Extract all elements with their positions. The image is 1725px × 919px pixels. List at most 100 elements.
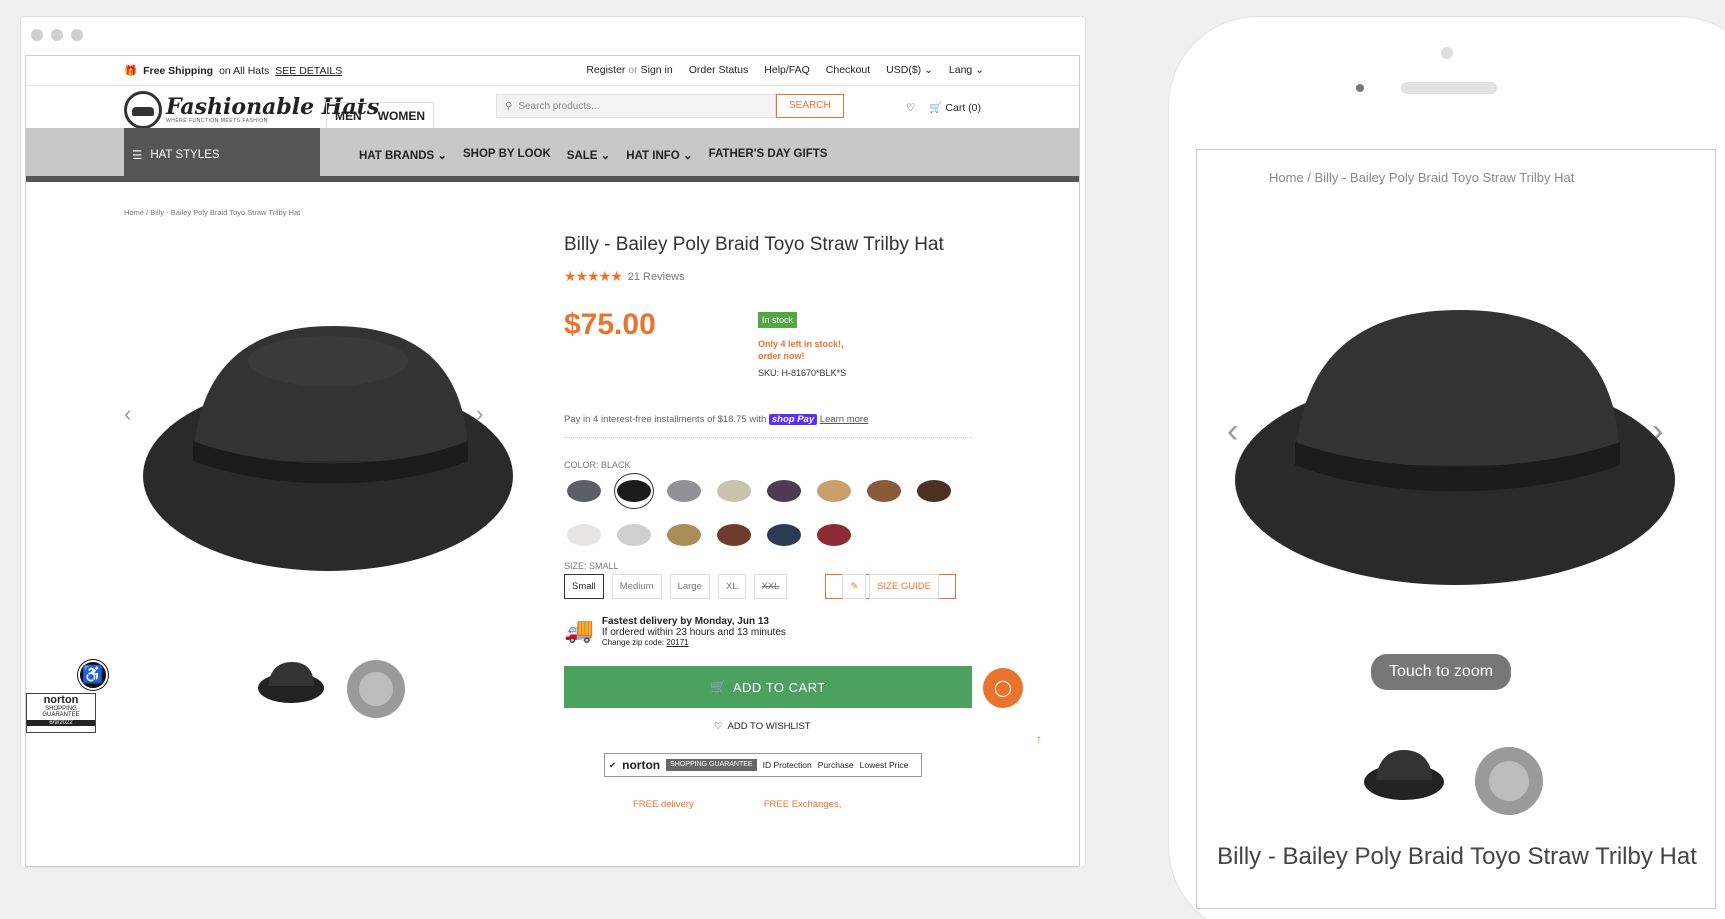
product-price: $75.00 (564, 308, 656, 341)
delivery-text: Fastest delivery by Monday, Jun 13 If or… (602, 616, 786, 647)
account-group: Register or Sign in (586, 64, 672, 76)
color-swatch[interactable] (614, 517, 654, 553)
color-swatches (564, 473, 984, 553)
swatch-hat-icon (617, 480, 651, 502)
order-status-link[interactable]: Order Status (689, 64, 749, 76)
mobile-thumbnail-top[interactable] (1474, 744, 1544, 818)
swatch-hat-icon (717, 524, 751, 546)
breadcrumb-separator: / (146, 208, 149, 217)
size-guide-button[interactable]: ✎ SIZE GUIDE (825, 574, 956, 599)
product-rating: ★★★★★ 21 Reviews (564, 268, 685, 285)
checkout-link[interactable]: Checkout (826, 64, 870, 76)
truck-icon: 🚚 (564, 617, 594, 644)
color-swatch[interactable] (714, 517, 754, 553)
nav-hat-info[interactable]: HAT INFO ⌄ (626, 148, 692, 162)
chat-bubble-icon[interactable]: ◯ (983, 668, 1023, 708)
nav-hat-brands[interactable]: HAT BRANDS ⌄ (359, 148, 447, 162)
mobile-product-image[interactable] (1215, 270, 1695, 600)
swatch-hat-icon (717, 480, 751, 502)
color-swatch[interactable] (664, 473, 704, 509)
size-xl[interactable]: XL (717, 574, 746, 599)
color-swatch[interactable] (714, 473, 754, 509)
scroll-to-top-icon[interactable]: ↑ (1036, 732, 1042, 746)
delivery-info: 🚚 Fastest delivery by Monday, Jun 13 If … (564, 616, 786, 647)
lang-select[interactable]: Lang ⌄ (949, 64, 984, 76)
cart-label: Cart (0) (945, 102, 981, 114)
window-dot (71, 29, 83, 41)
register-link[interactable]: Register (586, 64, 625, 76)
search-button[interactable]: SEARCH (776, 94, 844, 118)
header-icons: ♡ 🛒 Cart (0) (906, 101, 981, 115)
size-small[interactable]: Small (564, 574, 604, 599)
tab-women[interactable]: WOMEN (370, 103, 433, 129)
check-icon: ✔ (609, 759, 617, 770)
help-link[interactable]: Help/FAQ (764, 64, 810, 76)
thumbnail-hat-top[interactable] (346, 656, 406, 722)
hamburger-icon: ☰ (132, 150, 143, 162)
tab-men[interactable]: MEN (327, 103, 370, 129)
color-swatch[interactable] (564, 517, 604, 553)
zip-label: Change zip code: (601, 638, 665, 647)
shop-pay-logo: shop Pay (768, 414, 818, 425)
wishlist-heart-icon[interactable]: ♡ (906, 102, 915, 114)
breadcrumb-home[interactable]: Home (124, 208, 144, 217)
chevron-down-icon: ⌄ (682, 150, 693, 162)
add-to-wishlist-button[interactable]: ♡ ADD TO WISHLIST (714, 721, 811, 732)
learn-more-link[interactable]: Learn more (820, 414, 869, 425)
low-stock-text: Only 4 left in stock!, order now! (758, 339, 844, 361)
swatch-hat-icon (817, 524, 851, 546)
color-swatch[interactable] (764, 473, 804, 509)
installments-info: Pay in 4 interest-free installments of $… (564, 414, 972, 438)
ruler-icon: ✎ (842, 574, 867, 599)
search-placeholder: Search products... (518, 100, 600, 112)
installments-text: Pay in 4 interest-free installments of $… (564, 414, 767, 425)
color-swatch[interactable] (564, 473, 604, 509)
cart-icon: 🛒 (929, 102, 943, 114)
site-header: Fashionable Hats WHERE FUNCTION MEETS FA… (26, 86, 1079, 130)
color-swatch[interactable] (814, 473, 854, 509)
sign-in-link[interactable]: Sign in (641, 64, 673, 76)
free-delivery-text: FREE delivery (633, 799, 694, 810)
swatch-hat-icon (917, 480, 951, 502)
nav-fathers-day[interactable]: FATHER'S DAY GIFTS (709, 148, 828, 162)
cart-button[interactable]: 🛒 Cart (0) (929, 101, 981, 114)
prev-image-arrow-icon[interactable]: ‹ (124, 401, 131, 427)
add-to-cart-button[interactable]: 🛒 ADD TO CART (564, 666, 972, 708)
size-large[interactable]: Large (669, 574, 710, 599)
mobile-thumbnail-side[interactable] (1362, 744, 1446, 804)
color-swatch[interactable] (864, 473, 904, 509)
color-swatch[interactable] (664, 517, 704, 553)
swatch-hat-icon (567, 480, 601, 502)
rating-stars: ★★★★★ (564, 268, 623, 284)
reviews-link[interactable]: 21 Reviews (628, 271, 685, 283)
product-image[interactable] (123, 271, 533, 601)
zip-code-link[interactable]: 20171 (666, 638, 688, 647)
delivery-title: Fastest delivery by Monday, Jun 13 (601, 616, 769, 627)
phone-speaker (1401, 82, 1497, 94)
see-details-link[interactable]: SEE DETAILS (275, 65, 342, 77)
hat-styles-menu[interactable]: ☰ HAT STYLES (124, 128, 320, 182)
color-swatch[interactable] (764, 517, 804, 553)
trilby-hat-image (143, 326, 513, 571)
thumbnail-hat-side[interactable] (256, 656, 326, 706)
search-input[interactable]: ⚲ Search products... (496, 94, 776, 118)
next-image-arrow-icon[interactable]: › (476, 401, 483, 427)
breadcrumb: Home / Billy - Bailey Poly Braid Toyo St… (124, 208, 300, 217)
color-swatch[interactable] (614, 473, 654, 509)
currency-select[interactable]: USD($) ⌄ (886, 64, 933, 76)
image-thumbnails (256, 656, 406, 722)
zip-line: Change zip code: 20171 (602, 638, 786, 647)
norton-side-badge[interactable]: norton SHOPPING GUARANTEE 6/9/2022 (26, 693, 96, 733)
accessibility-icon[interactable]: ♿ (78, 660, 108, 690)
color-swatch[interactable] (914, 473, 954, 509)
nav-sale[interactable]: SALE ⌄ (567, 148, 611, 162)
phone-camera (1441, 47, 1453, 59)
color-swatch[interactable] (814, 517, 854, 553)
desktop-browser-frame: 🎁 Free Shipping on All Hats SEE DETAILS … (20, 16, 1086, 868)
free-shipping-label: Free Shipping (143, 64, 214, 77)
in-stock-badge: In stock (758, 312, 798, 328)
hat-styles-label: HAT STYLES (150, 149, 220, 161)
size-medium[interactable]: Medium (611, 574, 662, 599)
cart-icon: 🛒 (710, 679, 727, 694)
nav-shop-by-look[interactable]: SHOP BY LOOK (463, 148, 551, 162)
